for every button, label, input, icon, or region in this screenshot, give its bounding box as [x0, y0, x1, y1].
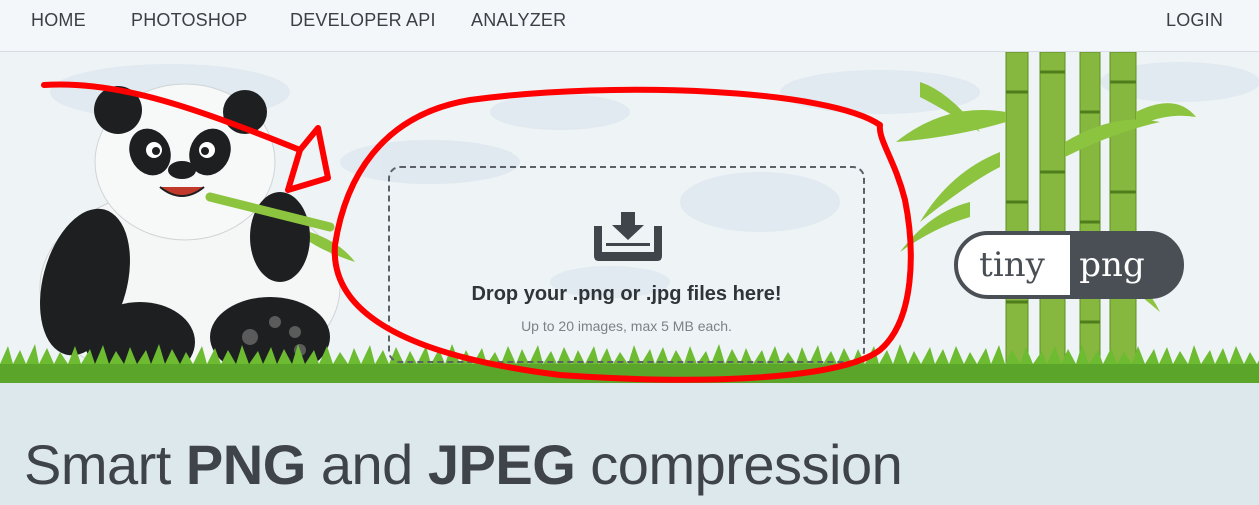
- headline-jpeg: JPEG: [427, 433, 576, 496]
- headline-part1: Smart: [24, 433, 186, 496]
- headline-png: PNG: [185, 433, 306, 496]
- nav-photoshop-link[interactable]: PHOTOSHOP: [131, 10, 248, 31]
- logo-tiny-text: tiny: [979, 245, 1045, 285]
- nav-home-link[interactable]: HOME: [31, 10, 86, 31]
- dropzone-title: Drop your .png or .jpg files here!: [471, 283, 782, 305]
- headline-part2: and: [305, 433, 428, 496]
- download-tray-icon: [594, 212, 662, 261]
- bamboo-illustration: [896, 52, 1196, 383]
- nav-login-link[interactable]: LOGIN: [1166, 10, 1223, 31]
- headline-part3: compression: [575, 433, 903, 496]
- top-nav: HOME PHOTOSHOP DEVELOPER API ANALYZER LO…: [0, 0, 1259, 52]
- page-headline: Smart PNG and JPEG compression: [24, 432, 903, 497]
- nav-developer-api-link[interactable]: DEVELOPER API: [290, 10, 436, 31]
- file-dropzone[interactable]: Drop your .png or .jpg files here! Up to…: [388, 166, 865, 363]
- tinypng-logo: tiny png: [954, 231, 1184, 299]
- hero-banner: Drop your .png or .jpg files here! Up to…: [0, 52, 1259, 383]
- logo-png-text: png: [1079, 245, 1144, 285]
- dropzone-subtitle: Up to 20 images, max 5 MB each.: [521, 318, 732, 334]
- panda-mascot: [39, 83, 355, 383]
- nav-analyzer-link[interactable]: ANALYZER: [471, 10, 566, 31]
